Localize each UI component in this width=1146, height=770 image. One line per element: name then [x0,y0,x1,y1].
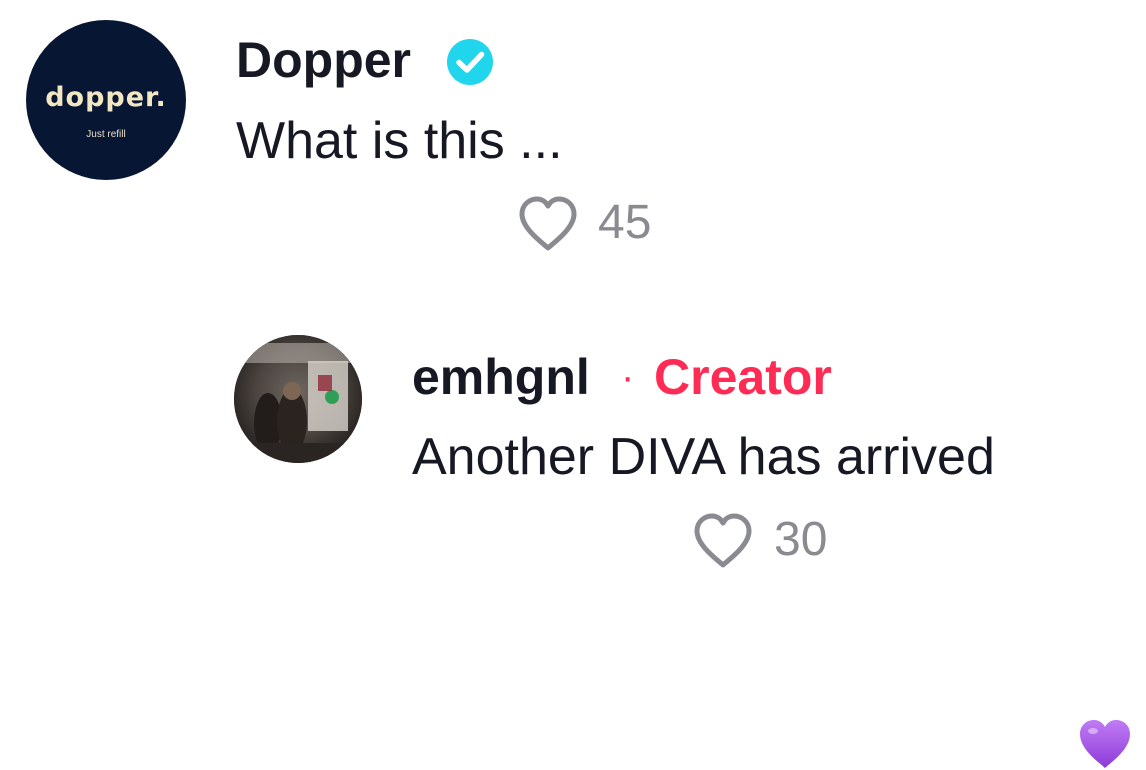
reply-text: Another DIVA has arrived [412,428,995,486]
like-count: 30 [774,513,828,566]
reply-username[interactable]: emhgnl [412,347,590,407]
like-heart-icon[interactable] [516,195,580,253]
comment-text: What is this ... [236,112,563,170]
avatar[interactable]: dopper. Just refill [26,20,186,180]
avatar-photo [234,335,362,463]
avatar[interactable] [234,335,362,463]
separator-dot: · [621,355,635,399]
creator-label: Creator [654,349,832,405]
avatar-logo-text: dopper. [45,82,167,113]
purple-heart-emoji-icon [1080,720,1130,768]
verified-badge-icon [447,39,493,85]
like-count: 45 [598,196,652,249]
comment-item: dopper. Just refill Dopper What is this … [0,0,1146,290]
comment-username[interactable]: Dopper [236,30,411,90]
like-heart-icon[interactable] [691,512,755,570]
reply-item: emhgnl · Creator Another DIVA has arrive… [0,290,1146,768]
avatar-tagline: Just refill [86,129,126,140]
